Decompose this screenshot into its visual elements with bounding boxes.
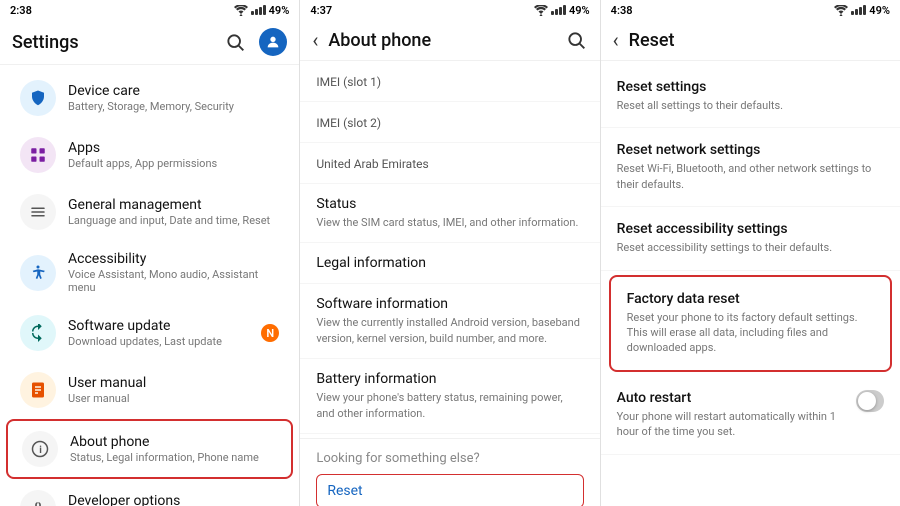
user-manual-sub: User manual xyxy=(68,392,279,405)
about-software-info[interactable]: Software information View the currently … xyxy=(300,284,599,359)
software-update-title: Software update xyxy=(68,318,261,334)
header-icons xyxy=(223,28,287,56)
settings-item-general[interactable]: General management Language and input, D… xyxy=(6,184,293,240)
settings-item-accessibility[interactable]: Accessibility Voice Assistant, Mono audi… xyxy=(6,241,293,304)
auto-restart-item[interactable]: Auto restart Your phone will restart aut… xyxy=(601,376,900,455)
about-status[interactable]: Status View the SIM card status, IMEI, a… xyxy=(300,184,599,243)
reset-accessibility-item[interactable]: Reset accessibility settings Reset acces… xyxy=(601,207,900,270)
signal-icon xyxy=(251,5,266,15)
general-title: General management xyxy=(68,197,279,213)
settings-list: Device care Battery, Storage, Memory, Se… xyxy=(0,65,299,506)
software-update-icon xyxy=(20,315,56,351)
status-icons-3: 49% xyxy=(834,4,890,17)
reset-panel: 4:38 49% ‹ Reset Reset settings Reset al… xyxy=(601,0,900,506)
about-phone-icon: i xyxy=(22,431,58,467)
device-care-text: Device care Battery, Storage, Memory, Se… xyxy=(68,83,279,113)
apps-sub: Default apps, App permissions xyxy=(68,157,279,170)
settings-item-user-manual[interactable]: User manual User manual xyxy=(6,362,293,418)
wifi-icon-2 xyxy=(534,5,548,16)
back-icon-3[interactable]: ‹ xyxy=(613,28,619,52)
wifi-icon xyxy=(234,5,248,16)
settings-item-about-phone[interactable]: i About phone Status, Legal information,… xyxy=(6,419,293,479)
auto-restart-row: Auto restart Your phone will restart aut… xyxy=(617,390,884,440)
about-battery-info[interactable]: Battery information View your phone's ba… xyxy=(300,359,599,434)
developer-text: Developer options Developer options xyxy=(68,493,279,506)
general-sub: Language and input, Date and time, Reset xyxy=(68,214,279,227)
about-imei-slot1[interactable]: IMEI (slot 1) xyxy=(300,61,599,102)
auto-restart-text: Auto restart Your phone will restart aut… xyxy=(617,390,856,440)
avatar[interactable] xyxy=(259,28,287,56)
settings-item-developer[interactable]: {} Developer options Developer options xyxy=(6,480,293,506)
reset-header-title: Reset xyxy=(629,30,675,51)
user-manual-icon xyxy=(20,372,56,408)
battery-2: 49% xyxy=(569,4,590,17)
about-phone-panel: 4:37 49% ‹ About phone IMEI (slot 1) IME… xyxy=(300,0,600,506)
wifi-icon-3 xyxy=(834,5,848,16)
status-icons-2: 49% xyxy=(534,4,590,17)
search-icon-2[interactable] xyxy=(564,28,588,52)
time-2: 4:37 xyxy=(310,4,332,17)
time-3: 4:38 xyxy=(611,4,633,17)
factory-reset-item[interactable]: Factory data reset Reset your phone to i… xyxy=(609,275,892,372)
status-bar-1: 2:38 49% xyxy=(0,0,299,20)
looking-section: Looking for something else? Reset Contac… xyxy=(300,438,599,506)
about-phone-title: About phone xyxy=(70,434,277,450)
about-phone-sub: Status, Legal information, Phone name xyxy=(70,451,277,464)
settings-item-apps[interactable]: Apps Default apps, App permissions xyxy=(6,127,293,183)
signal-icon-2 xyxy=(551,5,566,15)
device-care-title: Device care xyxy=(68,83,279,99)
reset-settings-item[interactable]: Reset settings Reset all settings to the… xyxy=(601,65,900,128)
about-country[interactable]: United Arab Emirates xyxy=(300,143,599,184)
reset-header: ‹ Reset xyxy=(601,20,900,61)
reset-network-item[interactable]: Reset network settings Reset Wi-Fi, Blue… xyxy=(601,128,900,207)
device-care-sub: Battery, Storage, Memory, Security xyxy=(68,100,279,113)
about-phone-text: About phone Status, Legal information, P… xyxy=(70,434,277,464)
settings-item-device-care[interactable]: Device care Battery, Storage, Memory, Se… xyxy=(6,70,293,126)
accessibility-text: Accessibility Voice Assistant, Mono audi… xyxy=(68,251,279,294)
settings-title: Settings xyxy=(12,32,79,53)
apps-title: Apps xyxy=(68,140,279,156)
about-legal-info[interactable]: Legal information xyxy=(300,243,599,284)
looking-title: Looking for something else? xyxy=(316,451,583,466)
reset-list: Reset settings Reset all settings to the… xyxy=(601,61,900,506)
reset-link[interactable]: Reset xyxy=(316,474,583,506)
developer-icon: {} xyxy=(20,490,56,506)
settings-header: Settings xyxy=(0,20,299,65)
toggle-knob xyxy=(858,392,876,410)
settings-panel: 2:38 49% Settings xyxy=(0,0,300,506)
software-update-text: Software update Download updates, Last u… xyxy=(68,318,261,348)
status-bar-2: 4:37 49% xyxy=(300,0,599,20)
about-phone-header: ‹ About phone xyxy=(300,20,599,61)
accessibility-sub: Voice Assistant, Mono audio, Assistant m… xyxy=(68,268,279,294)
about-phone-list: IMEI (slot 1) IMEI (slot 2) United Arab … xyxy=(300,61,599,506)
auto-restart-toggle[interactable] xyxy=(856,390,884,412)
search-icon[interactable] xyxy=(223,30,247,54)
back-icon-2[interactable]: ‹ xyxy=(312,28,318,52)
battery-1: 49% xyxy=(269,4,290,17)
about-imei-slot2[interactable]: IMEI (slot 2) xyxy=(300,102,599,143)
status-icons-1: 49% xyxy=(234,4,290,17)
general-icon xyxy=(20,194,56,230)
accessibility-title: Accessibility xyxy=(68,251,279,267)
time-1: 2:38 xyxy=(10,4,32,17)
apps-icon xyxy=(20,137,56,173)
svg-text:i: i xyxy=(39,445,42,456)
software-update-sub: Download updates, Last update xyxy=(68,335,261,348)
software-update-badge: N xyxy=(261,324,279,342)
developer-title: Developer options xyxy=(68,493,279,506)
user-manual-text: User manual User manual xyxy=(68,375,279,405)
settings-item-software-update[interactable]: Software update Download updates, Last u… xyxy=(6,305,293,361)
battery-3: 49% xyxy=(869,4,890,17)
apps-text: Apps Default apps, App permissions xyxy=(68,140,279,170)
status-bar-3: 4:38 49% xyxy=(601,0,900,20)
accessibility-icon xyxy=(20,255,56,291)
signal-icon-3 xyxy=(851,5,866,15)
device-care-icon xyxy=(20,80,56,116)
about-phone-header-title: About phone xyxy=(328,30,431,51)
user-manual-title: User manual xyxy=(68,375,279,391)
general-text: General management Language and input, D… xyxy=(68,197,279,227)
